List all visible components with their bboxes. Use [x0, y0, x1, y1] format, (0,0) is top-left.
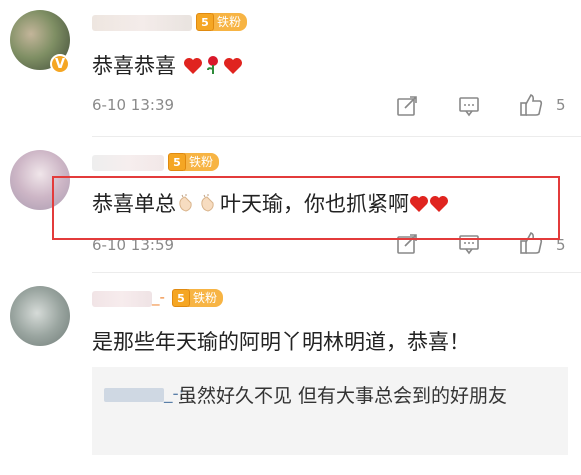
- comment-item: V 5 铁粉 恭喜恭喜 6-10 13:39 5: [0, 0, 581, 140]
- divider: [92, 272, 581, 273]
- rose-emoji: [203, 55, 223, 80]
- reply-text: 虽然好久不见 但有大事总会到的好朋友: [178, 385, 508, 407]
- like-count: 5: [556, 96, 566, 114]
- share-icon[interactable]: [396, 95, 418, 117]
- fan-badge: 5 铁粉: [168, 152, 220, 172]
- comment-icon[interactable]: [458, 95, 480, 117]
- heart-emoji: [223, 56, 243, 80]
- comment-text: 恭喜恭喜: [92, 50, 243, 80]
- verified-icon: V: [50, 54, 70, 74]
- username[interactable]: [92, 291, 152, 307]
- like-icon[interactable]: [519, 93, 543, 116]
- username[interactable]: [92, 15, 192, 31]
- heart-emoji: [183, 56, 203, 80]
- fan-badge: 5 铁粉: [196, 12, 248, 32]
- timestamp: 6-10 13:39: [92, 96, 175, 114]
- reply-preview[interactable]: _-: 虽然好久不见 但有大事总会到的好朋友: [92, 367, 568, 455]
- username-suffix: _-: [152, 288, 165, 306]
- fan-badge: 5 铁粉: [172, 288, 224, 308]
- highlight-box: [52, 176, 560, 240]
- divider: [92, 136, 581, 137]
- avatar[interactable]: [10, 286, 70, 346]
- username[interactable]: [92, 155, 164, 171]
- comment-text: 是那些年天瑜的阿明丫明林明道，恭喜！: [92, 330, 470, 354]
